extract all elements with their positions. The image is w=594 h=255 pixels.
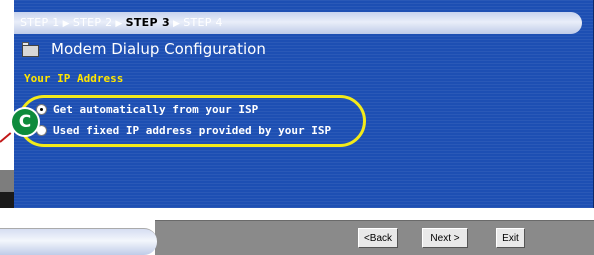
background-dark-strip: [0, 192, 14, 208]
step-1: STEP 1: [20, 16, 60, 29]
folder-icon: [22, 41, 39, 57]
option-label: Get automatically from your ISP: [53, 103, 259, 116]
page-title: Modem Dialup Configuration: [51, 40, 266, 58]
callout-pointer-line: [0, 132, 12, 143]
back-button[interactable]: <Back: [358, 228, 398, 248]
step-4: STEP 4: [183, 16, 223, 29]
next-button[interactable]: Next >: [422, 228, 468, 248]
exit-button[interactable]: Exit: [496, 228, 525, 248]
callout-badge: C: [10, 107, 40, 137]
step-indicator: STEP 1 ▶ STEP 2 ▶ STEP 3 ▶ STEP 4: [14, 12, 582, 34]
step-separator-icon: ▶: [62, 19, 70, 29]
background-grey-strip: [0, 170, 14, 192]
step-2: STEP 2: [72, 16, 113, 29]
option-get-automatically[interactable]: Get automatically from your ISP: [36, 103, 258, 116]
section-label-ip-address: Your IP Address: [24, 72, 124, 85]
step-separator-icon: ▶: [115, 19, 123, 29]
step-separator-icon: ▶: [172, 19, 181, 29]
option-label: Used fixed IP address provided by your I…: [53, 124, 332, 137]
option-fixed-ip[interactable]: Used fixed IP address provided by your I…: [36, 124, 331, 137]
background-ghost-bar: [0, 228, 157, 255]
step-3: STEP 3: [125, 16, 170, 29]
page-header: Modem Dialup Configuration: [22, 38, 266, 60]
